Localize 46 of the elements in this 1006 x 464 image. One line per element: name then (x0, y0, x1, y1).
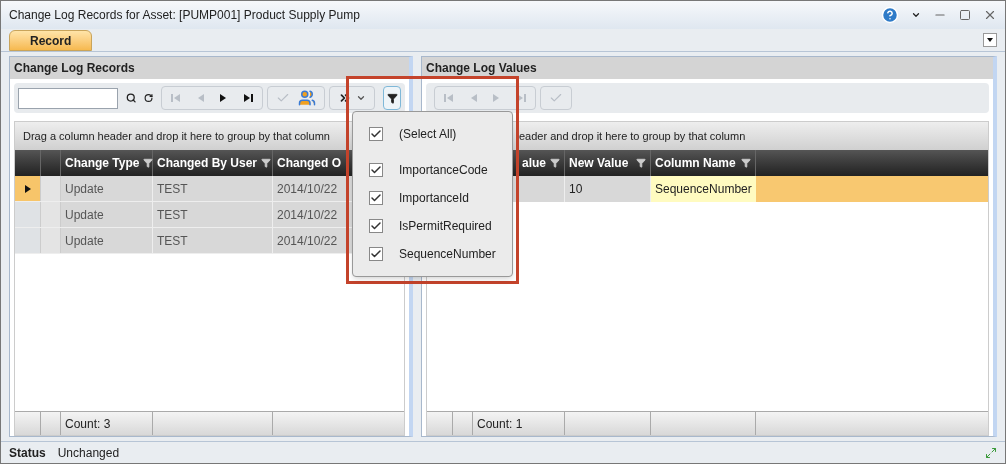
table-cell: TEST (153, 176, 273, 201)
check-icon[interactable] (276, 91, 291, 105)
table-cell: TEST (153, 228, 273, 253)
table-cell: Update (61, 202, 153, 227)
filter-icon (386, 92, 398, 104)
status-value: Unchanged (57, 444, 120, 462)
checkbox[interactable] (369, 127, 383, 141)
filter-icon[interactable] (143, 158, 154, 168)
check-icon[interactable] (549, 91, 563, 105)
group-hint: Drag a column header and drop it here to group by that column (23, 128, 330, 144)
restore-icon[interactable] (959, 9, 971, 21)
tab[interactable]: Record (9, 30, 93, 51)
window-title: Change Log Records for Asset: [PUMP001] Product Supply Pump (9, 7, 360, 24)
panel-title: Change Log Records (14, 60, 135, 77)
table-cell: Update (61, 176, 153, 201)
checkbox[interactable] (369, 247, 383, 261)
filter-button[interactable] (383, 86, 401, 110)
users-icon[interactable] (298, 89, 317, 107)
checkbox[interactable] (369, 191, 383, 205)
caret-icon (987, 38, 993, 42)
refresh-icon[interactable] (144, 91, 154, 105)
help-icon[interactable] (881, 6, 899, 24)
table-cell: SequenceNumber (651, 176, 756, 202)
last-page-icon[interactable] (242, 93, 255, 103)
search-field[interactable] (18, 87, 118, 109)
row-indicator[interactable] (15, 176, 41, 201)
row-count: Count: 3 (65, 415, 111, 432)
caret-icon[interactable] (911, 10, 921, 20)
table-cell: Update (61, 228, 153, 253)
status-label: Status (9, 444, 46, 462)
filter-option[interactable]: (Select All) (399, 125, 457, 143)
table-cell: 10 (565, 176, 651, 202)
tab-menu-button[interactable] (983, 33, 997, 47)
caret-icon[interactable] (356, 93, 367, 103)
filter-icon[interactable] (636, 158, 646, 168)
panel-title: Change Log Values (426, 60, 537, 77)
close-icon[interactable] (983, 8, 997, 22)
table-cell: TEST (153, 202, 273, 227)
row-count: Count: 1 (477, 415, 523, 432)
resize-icon[interactable] (985, 446, 997, 459)
filter-icon[interactable] (261, 158, 272, 168)
filter-icon[interactable] (550, 158, 560, 168)
filter-icon[interactable] (741, 158, 751, 168)
checkbox[interactable] (369, 163, 383, 177)
group-hint: eader and drop it here to group by that column (519, 128, 746, 144)
checkbox[interactable] (369, 219, 383, 233)
